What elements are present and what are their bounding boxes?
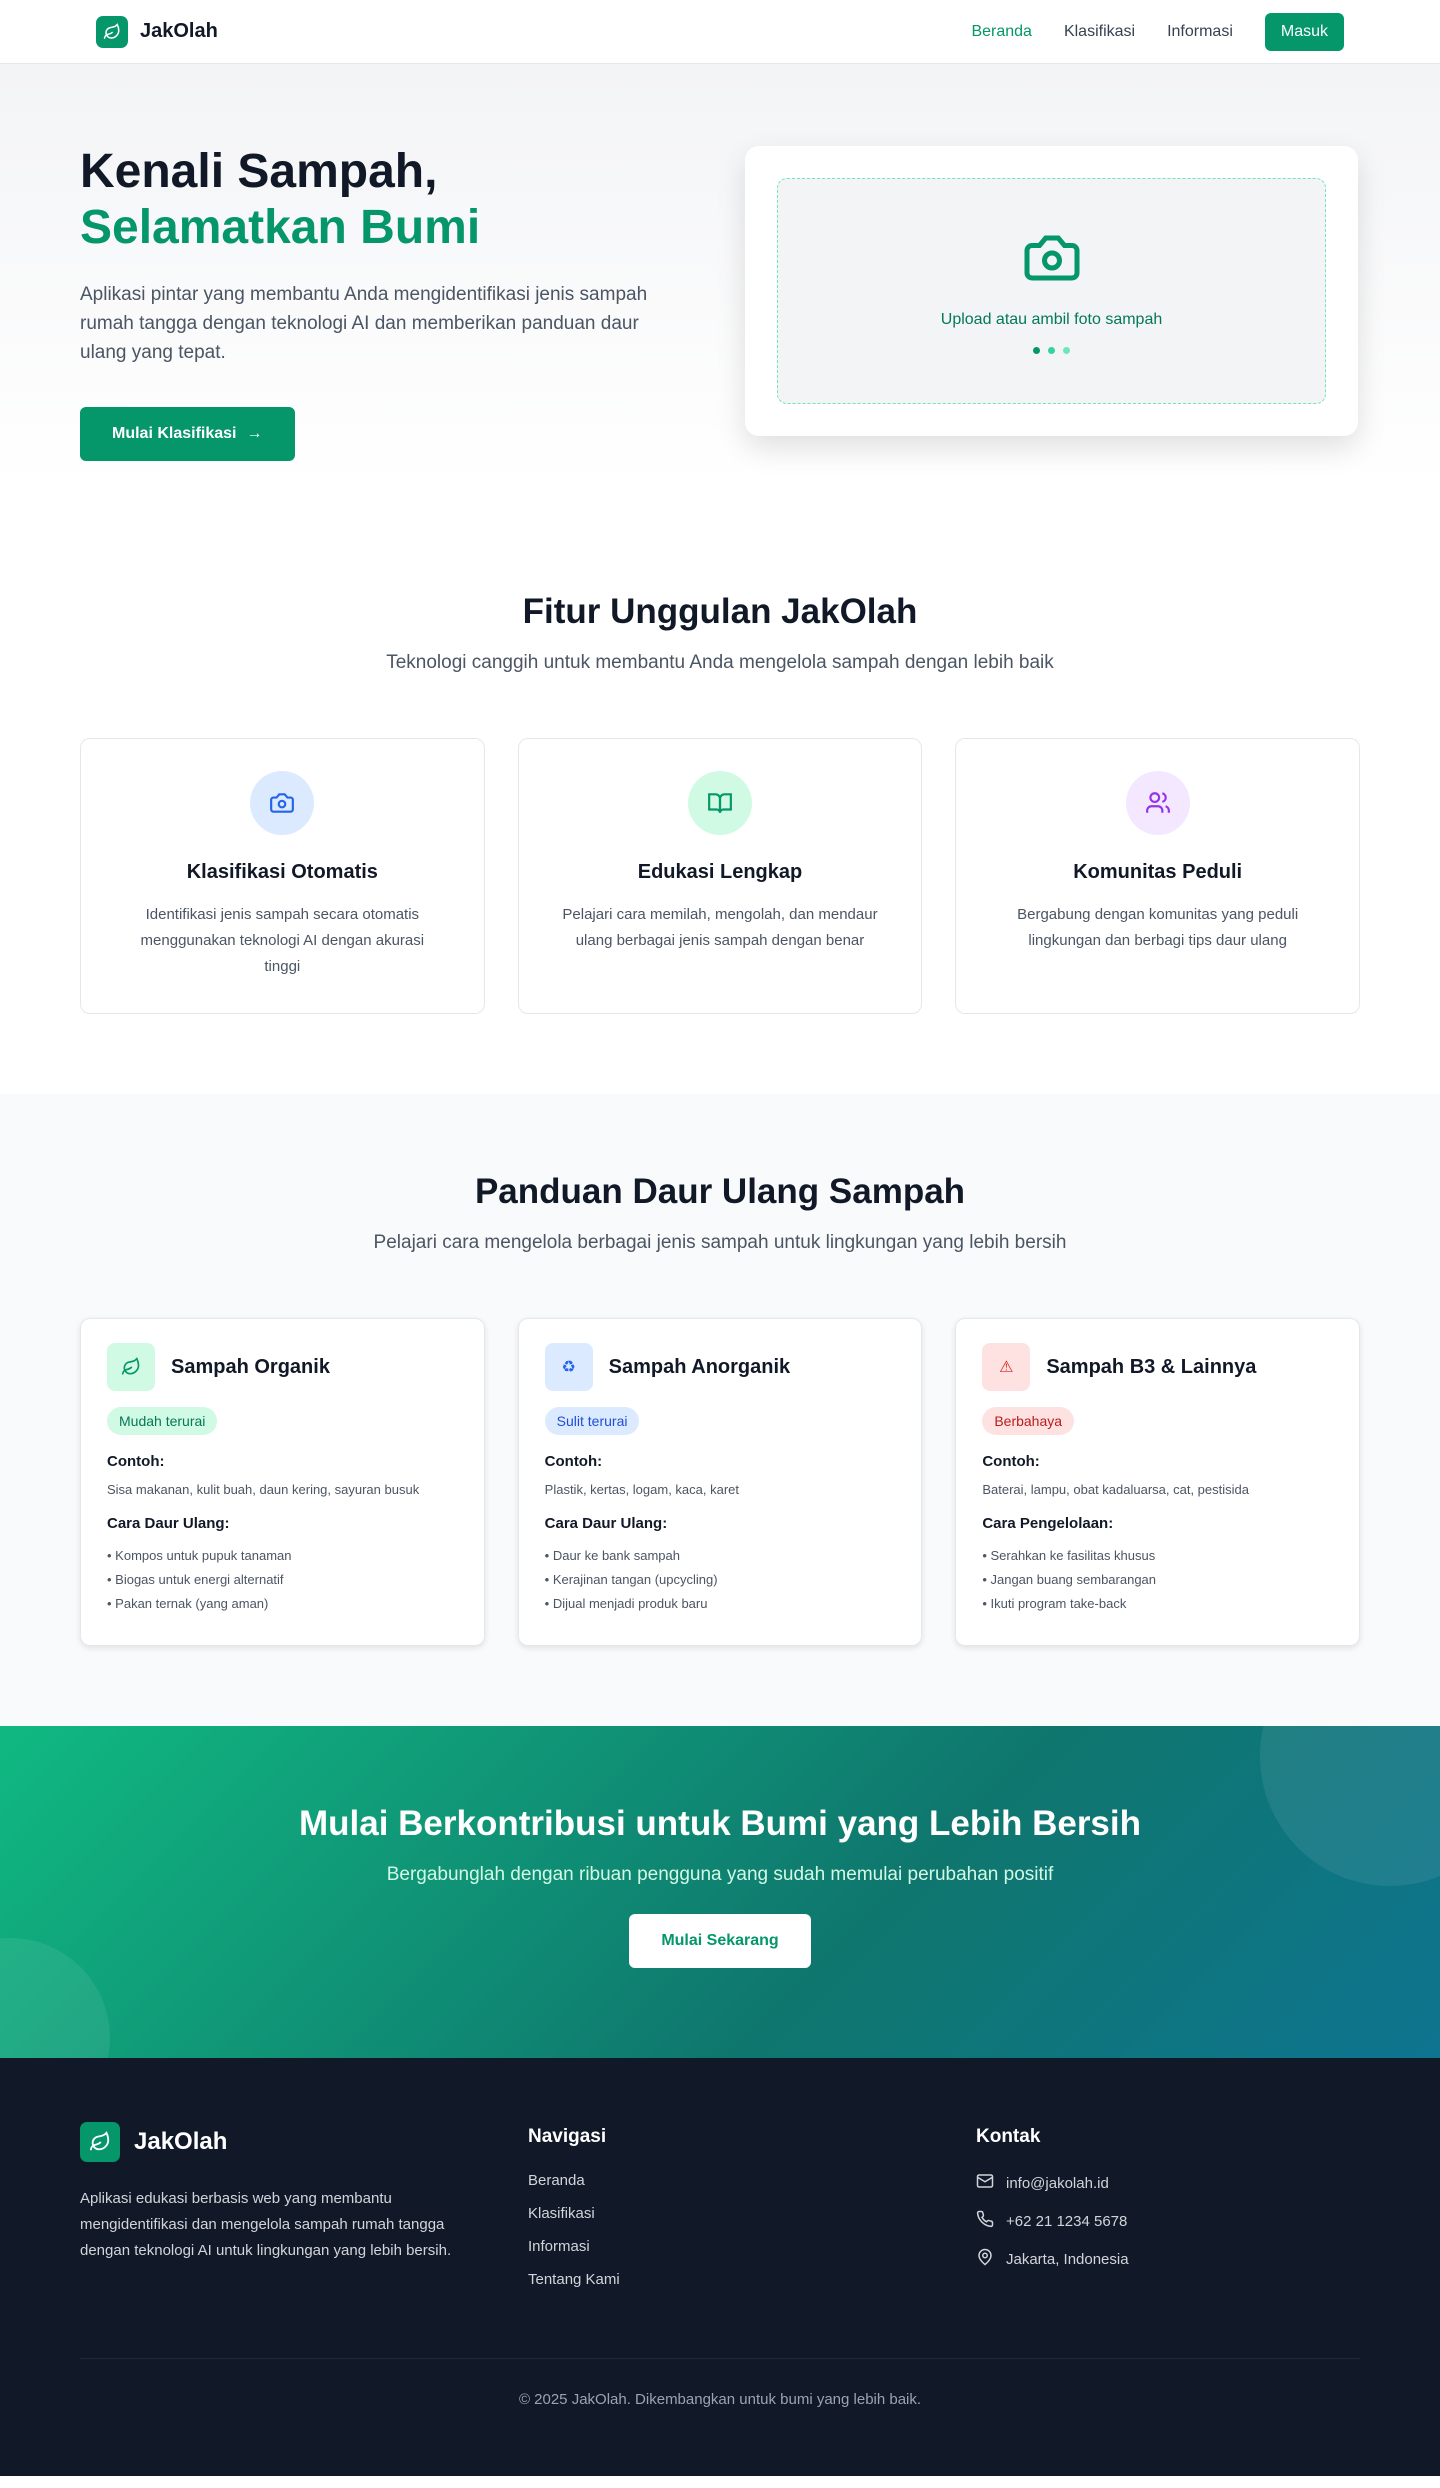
cta-section: Mulai Berkontribusi untuk Bumi yang Lebi… — [0, 1726, 1440, 2058]
list-item: • Biogas untuk energi alternatif — [107, 1572, 284, 1587]
cta-title: Mulai Berkontribusi untuk Bumi yang Lebi… — [298, 1804, 1142, 1843]
examples-text: Baterai, lampu, obat kadaluarsa, cat, pe… — [982, 1482, 1249, 1497]
login-button[interactable]: Masuk — [1264, 12, 1344, 51]
leaf-icon — [96, 15, 128, 48]
list-item: • Dijual menjadi produk baru — [544, 1596, 708, 1611]
status-badge: Sulit terurai — [544, 1407, 640, 1435]
examples-text: Plastik, kertas, logam, kaca, karet — [544, 1482, 740, 1497]
hero-title: Kenali Sampah, Selamatkan Bumi — [80, 144, 680, 256]
hero-section: Kenali Sampah, Selamatkan Bumi Aplikasi p… — [0, 64, 1440, 490]
guide-subtitle: Pelajari cara mengelola berbagai jenis s… — [373, 1232, 1067, 1253]
footer-link-informasi[interactable]: Informasi — [528, 2238, 912, 2255]
guide-card-title: Sampah Anorganik — [608, 1355, 791, 1378]
features-title: Fitur Unggulan JakOlah — [522, 592, 918, 631]
status-badge: Berbahaya — [982, 1407, 1075, 1435]
list-item: • Kerajinan tangan (upcycling) — [544, 1572, 718, 1587]
guide-title: Panduan Daur Ulang Sampah — [474, 1172, 966, 1211]
start-classification-button[interactable]: Mulai Klasifikasi → — [80, 407, 295, 461]
footer-brand-name: JakOlah — [134, 2128, 228, 2155]
cta-subtitle: Bergabunglah dengan ribuan pengguna yang… — [386, 1864, 1054, 1885]
phone-icon — [976, 2210, 994, 2232]
brand-name: JakOlah — [140, 20, 218, 42]
feature-title: Komunitas Peduli — [1073, 861, 1243, 883]
nav-link-klasifikasi[interactable]: Klasifikasi — [1064, 23, 1135, 41]
book-open-icon — [687, 771, 752, 835]
contact-email[interactable]: info@jakolah.id — [976, 2172, 1360, 2194]
upload-dropzone[interactable]: Upload atau ambil foto sampah — [777, 178, 1326, 404]
status-badge: Mudah terurai — [107, 1407, 218, 1435]
loading-dots — [1033, 347, 1070, 354]
warning-icon: ⚠ — [982, 1343, 1031, 1391]
feature-title: Edukasi Lengkap — [637, 861, 803, 883]
method-label: Cara Daur Ulang: — [544, 1515, 668, 1532]
guide-section: Panduan Daur Ulang Sampah Pelajari cara … — [0, 1094, 1440, 1726]
feature-card: Edukasi Lengkap Pelajari cara memilah, m… — [517, 738, 923, 1014]
contact-phone: +62 21 1234 5678 — [976, 2210, 1360, 2232]
footer: JakOlah Aplikasi edukasi berbasis web ya… — [0, 2058, 1440, 2476]
copyright: © 2025 JakOlah. Dikembangkan untuk bumi … — [80, 2358, 1360, 2408]
list-item: • Kompos untuk pupuk tanaman — [107, 1548, 292, 1563]
arrow-right-icon: → — [246, 425, 263, 442]
footer-link-tentang-kami[interactable]: Tentang Kami — [528, 2271, 912, 2288]
contact-location-text: Jakarta, Indonesia — [1006, 2250, 1129, 2268]
footer-nav-title: Navigasi — [528, 2126, 607, 2147]
navbar: JakOlah Beranda Klasifikasi Informasi Ma… — [0, 0, 1440, 64]
feature-desc: Pelajari cara memilah, mengolah, dan men… — [562, 906, 878, 949]
leaf-icon — [80, 2122, 120, 2162]
guide-card-title: Sampah Organik — [171, 1355, 330, 1378]
method-label: Cara Pengelolaan: — [982, 1515, 1114, 1532]
examples-text: Sisa makanan, kulit buah, daun kering, s… — [107, 1482, 420, 1497]
method-label: Cara Daur Ulang: — [107, 1515, 230, 1532]
map-pin-icon — [976, 2248, 994, 2270]
list-item: • Pakan ternak (yang aman) — [107, 1596, 269, 1611]
upload-card: Upload atau ambil foto sampah — [745, 146, 1358, 436]
nav-link-informasi[interactable]: Informasi — [1167, 23, 1233, 41]
footer-contact-title: Kontak — [976, 2126, 1041, 2147]
footer-link-beranda[interactable]: Beranda — [528, 2172, 912, 2189]
hero-title-line-2: Selamatkan Bumi — [80, 201, 481, 254]
examples-label: Contoh: — [982, 1453, 1040, 1470]
start-now-button[interactable]: Mulai Sekarang — [629, 1914, 811, 1968]
contact-phone-text: +62 21 1234 5678 — [1006, 2212, 1128, 2230]
guide-card-title: Sampah B3 & Lainnya — [1046, 1355, 1257, 1378]
users-icon — [1125, 771, 1190, 835]
guide-card-organik: Sampah Organik Mudah terurai Contoh: Sis… — [80, 1318, 485, 1646]
start-classification-label: Mulai Klasifikasi — [112, 425, 237, 442]
list-item: • Ikuti program take-back — [982, 1596, 1127, 1611]
guide-card-anorganik: ♻ Sampah Anorganik Sulit terurai Contoh: … — [517, 1318, 923, 1646]
brand-logo[interactable]: JakOlah — [96, 15, 218, 48]
footer-brand[interactable]: JakOlah — [80, 2122, 464, 2162]
list-item: • Daur ke bank sampah — [544, 1548, 681, 1563]
upload-text: Upload atau ambil foto sampah — [940, 311, 1163, 328]
feature-desc: Bergabung dengan komunitas yang peduli l… — [1017, 906, 1299, 949]
contact-location: Jakarta, Indonesia — [976, 2248, 1360, 2270]
feature-card: Klasifikasi Otomatis Identifikasi jenis … — [80, 738, 485, 1014]
footer-link-klasifikasi[interactable]: Klasifikasi — [528, 2205, 912, 2222]
hero-title-line-1: Kenali Sampah, — [80, 145, 438, 198]
mail-icon — [976, 2172, 994, 2194]
list-item: • Jangan buang sembarangan — [982, 1572, 1157, 1587]
features-subtitle: Teknologi canggih untuk membantu Anda me… — [386, 652, 1054, 673]
footer-description: Aplikasi edukasi berbasis web yang memba… — [80, 2190, 452, 2259]
feature-card: Komunitas Peduli Bergabung dengan komuni… — [955, 738, 1360, 1014]
list-item: • Serahkan ke fasilitas khusus — [982, 1548, 1156, 1563]
features-section: Fitur Unggulan JakOlah Teknologi canggih… — [0, 490, 1440, 1094]
contact-email-text: info@jakolah.id — [1006, 2174, 1109, 2192]
recycle-icon: ♻ — [544, 1343, 593, 1391]
feature-title: Klasifikasi Otomatis — [186, 861, 378, 883]
guide-card-b3: ⚠ Sampah B3 & Lainnya Berbahaya Contoh: B… — [955, 1318, 1360, 1646]
hero-description: Aplikasi pintar yang membantu Anda mengi… — [80, 284, 648, 363]
examples-label: Contoh: — [544, 1453, 603, 1470]
camera-icon — [250, 771, 315, 835]
nav-link-beranda[interactable]: Beranda — [971, 23, 1032, 41]
leaf-icon — [107, 1343, 155, 1391]
decorative-circle — [0, 1938, 110, 2058]
examples-label: Contoh: — [107, 1453, 165, 1470]
camera-icon — [1022, 228, 1082, 293]
feature-desc: Identifikasi jenis sampah secara otomati… — [140, 906, 425, 975]
